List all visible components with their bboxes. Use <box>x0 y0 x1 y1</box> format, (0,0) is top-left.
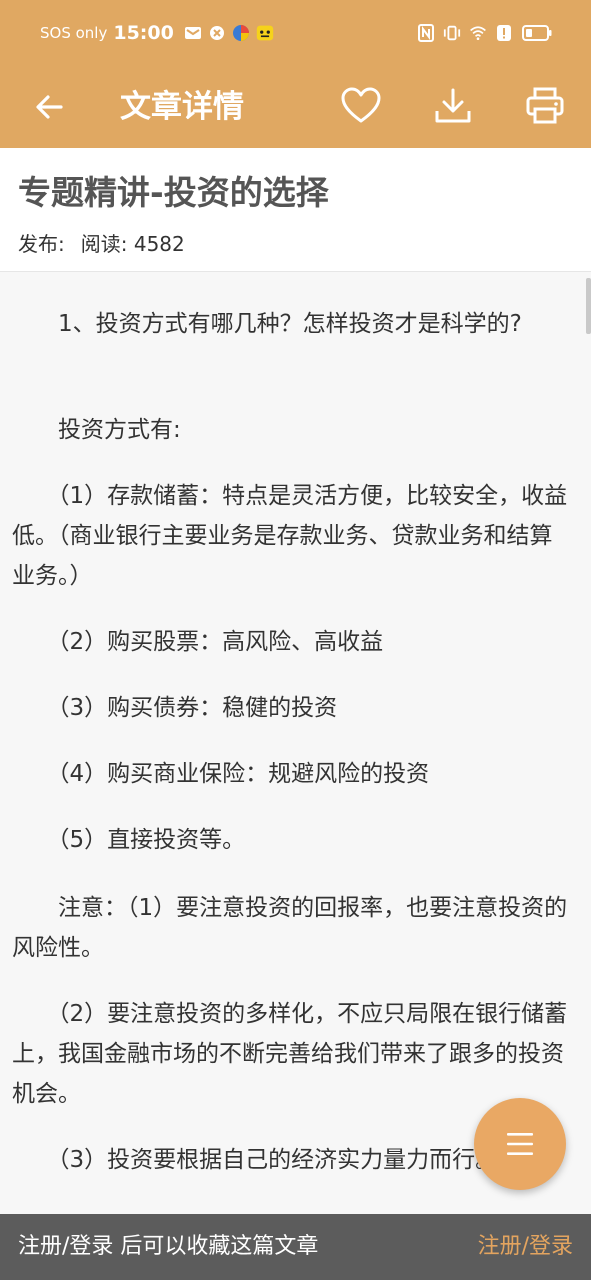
paragraph: 1、投资方式有哪几种？怎样投资才是科学的? <box>12 311 522 337</box>
wifi-icon <box>469 24 487 42</box>
status-bar-left: SOS only 15:00 <box>40 20 274 46</box>
paragraph: （2）要注意投资的多样化，不应只局限在银行储蓄上，我国金融市场的不断完善给我们带… <box>12 1001 568 1107</box>
status-bar-right <box>417 20 553 46</box>
login-link[interactable]: 注册/登录 <box>478 1214 573 1280</box>
back-button[interactable] <box>26 84 72 130</box>
login-prompt-text: 注册/登录 后可以收藏这篇文章 <box>18 1234 319 1259</box>
paragraph: （2）购买股票：高风险、高收益 <box>12 629 384 655</box>
read-count: 阅读: 4582 <box>80 232 185 256</box>
battery-icon <box>521 24 553 42</box>
article-title: 专题精讲-投资的选择 <box>18 173 329 212</box>
nfc-icon <box>417 24 435 42</box>
print-button[interactable] <box>519 80 571 132</box>
heart-icon <box>341 87 381 123</box>
publish-label: 发布: <box>18 232 65 256</box>
paragraph: （1）存款储蓄：特点是灵活方便，比较安全，收益低。（商业银行主要业务是存款业务、… <box>12 483 568 589</box>
menu-icon <box>507 1133 533 1155</box>
favorite-button[interactable] <box>335 80 387 132</box>
printer-icon <box>526 87 564 124</box>
status-bar: SOS only 15:00 <box>0 0 591 66</box>
page-title: 文章详情 <box>120 89 244 125</box>
download-icon <box>435 88 471 123</box>
paragraph: （4）购买商业保险：规避风险的投资 <box>12 761 430 787</box>
alert-icon <box>495 24 513 42</box>
mail-icon <box>184 24 202 42</box>
article-body[interactable]: 1、投资方式有哪几种？怎样投资才是科学的? 投资方式有: （1）存款储蓄：特点是… <box>0 272 591 1214</box>
carrier-text: SOS only <box>40 24 108 42</box>
clock-time: 15:00 <box>113 22 174 44</box>
back-arrow-icon <box>36 95 63 119</box>
vibrate-icon <box>443 24 461 42</box>
paragraph: （5）直接投资等。 <box>12 827 246 853</box>
bottom-bar: 注册/登录 后可以收藏这篇文章 注册/登录 <box>0 1214 591 1280</box>
paragraph: 投资方式有: <box>12 417 181 443</box>
paragraph: 注意：（1）要注意投资的回报率，也要注意投资的风险性。 <box>12 895 568 961</box>
menu-fab-button[interactable] <box>474 1098 566 1190</box>
article-meta: 发布: 阅读: 4582 <box>18 228 185 257</box>
scrollbar[interactable] <box>586 278 591 334</box>
download-button[interactable] <box>427 80 479 132</box>
app-bar: 文章详情 <box>0 66 591 148</box>
app-face-icon <box>256 24 274 42</box>
app-color-icon <box>232 24 250 42</box>
paragraph: （3）购买债券：稳健的投资 <box>12 695 338 721</box>
notification-icon <box>208 24 226 42</box>
article-header: 专题精讲-投资的选择 发布: 阅读: 4582 <box>0 148 591 272</box>
